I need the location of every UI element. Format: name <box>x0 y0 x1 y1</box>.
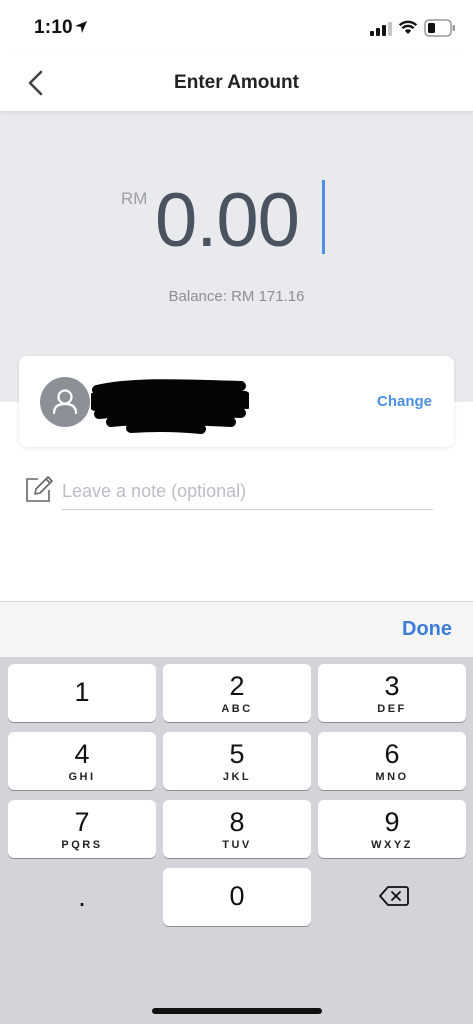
status-time: 1:10 <box>34 17 73 38</box>
battery-icon <box>424 19 455 37</box>
backspace-button[interactable] <box>318 868 466 926</box>
key-digit: 0 <box>229 881 245 911</box>
key-letters: PQRS <box>61 839 103 851</box>
key-digit: 2 <box>229 671 245 701</box>
text-caret <box>322 180 325 254</box>
amount-input[interactable]: 0.00 <box>155 177 300 264</box>
recipient-card: Change <box>19 356 454 447</box>
balance-text: Balance: RM 171.16 <box>168 288 305 305</box>
redacted-recipient-name <box>91 379 249 434</box>
page-title: Enter Amount <box>174 72 299 93</box>
key-digit: 9 <box>384 807 400 837</box>
home-indicator <box>152 1008 322 1014</box>
key-5[interactable]: 5 JKL <box>163 732 311 790</box>
keyboard-accessory-bar: Done <box>0 601 473 657</box>
key-letters: GHI <box>68 771 96 783</box>
key-9[interactable]: 9 WXYZ <box>318 800 466 858</box>
key-2[interactable]: 2 ABC <box>163 664 311 722</box>
key-digit: 4 <box>74 739 90 769</box>
cellular-signal-icon <box>370 22 392 36</box>
key-4[interactable]: 4 GHI <box>8 732 156 790</box>
key-letters: MNO <box>375 771 409 783</box>
currency-label: RM <box>121 189 148 208</box>
backspace-icon <box>379 886 409 906</box>
key-digit: 1 <box>74 677 90 707</box>
key-digit: 8 <box>229 807 245 837</box>
key-letters: WXYZ <box>371 839 413 851</box>
key-letters: JKL <box>222 771 252 783</box>
avatar <box>40 377 90 427</box>
key-8[interactable]: 8 TUV <box>163 800 311 858</box>
wifi-icon <box>398 20 418 34</box>
done-button[interactable]: Done <box>402 618 452 641</box>
key-letters: TUV <box>222 839 252 851</box>
note-input[interactable] <box>62 474 433 510</box>
key-0[interactable]: 0 <box>163 868 311 926</box>
key-digit: 5 <box>229 739 245 769</box>
key-digit: 3 <box>384 671 400 701</box>
change-recipient-button[interactable]: Change <box>377 393 432 410</box>
header: Enter Amount <box>0 56 473 111</box>
key-3[interactable]: 3 DEF <box>318 664 466 722</box>
pencil-note-icon <box>26 476 53 502</box>
key-6[interactable]: 6 MNO <box>318 732 466 790</box>
status-bar: 1:10 <box>0 0 473 56</box>
key-letters: ABC <box>221 703 253 715</box>
key-1[interactable]: 1 <box>8 664 156 722</box>
person-icon <box>52 389 78 415</box>
key-digit: 7 <box>74 807 90 837</box>
key-letters: DEF <box>377 703 407 715</box>
key-digit: 6 <box>384 739 400 769</box>
key-decimal[interactable]: . <box>8 868 156 926</box>
numeric-keypad: 1 2 ABC 3 DEF 4 GHI 5 JKL 6 MNO 7 PQRS 8… <box>0 657 473 1024</box>
key-7[interactable]: 7 PQRS <box>8 800 156 858</box>
location-arrow-icon <box>75 21 87 33</box>
